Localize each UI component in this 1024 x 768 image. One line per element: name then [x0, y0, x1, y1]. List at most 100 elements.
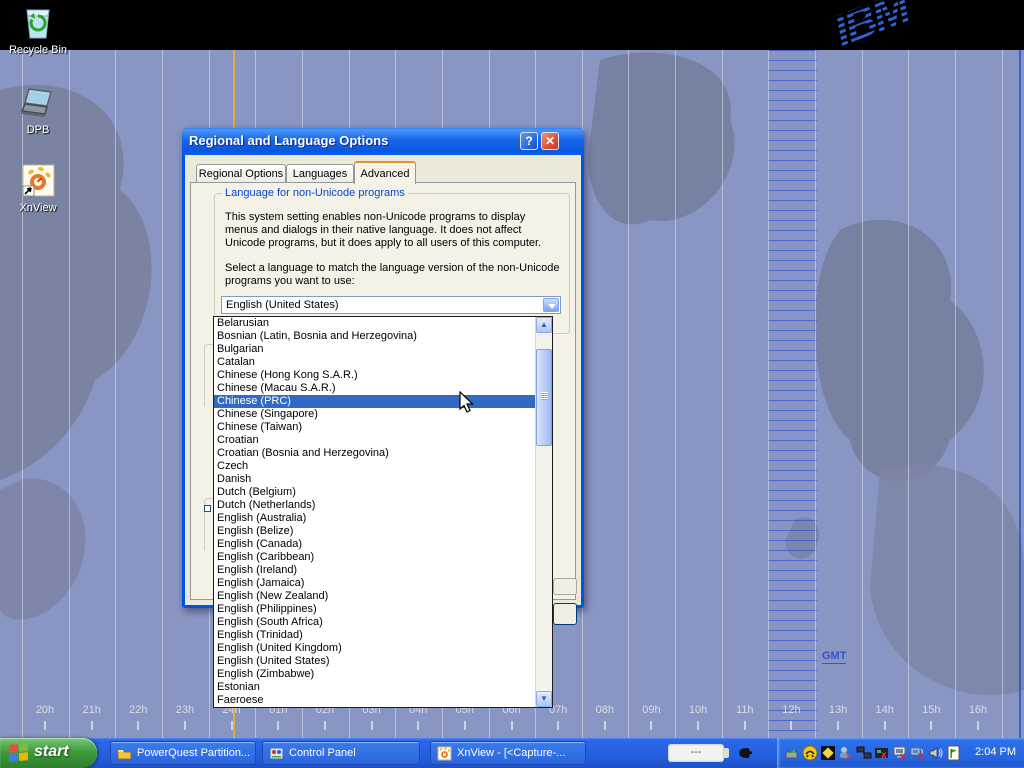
- hour-tick: [930, 721, 932, 730]
- taskbar: start PowerQuest Partition...Control Pan…: [0, 738, 1024, 768]
- timezone-line: [955, 50, 956, 738]
- hour-label: 15h: [911, 704, 951, 716]
- hour-tick: [511, 721, 513, 730]
- hour-label: 20h: [25, 704, 65, 716]
- taskbar-button-label: XnView - [<Capture-...: [457, 747, 565, 759]
- hour-tick: [884, 721, 886, 730]
- timezone-line: [862, 50, 863, 738]
- xnview-icon: [437, 746, 452, 761]
- list-item[interactable]: Chinese (PRC): [214, 395, 552, 408]
- hour-tick: [790, 721, 792, 730]
- list-item[interactable]: Chinese (Hong Kong S.A.R.): [214, 369, 552, 382]
- language-dropdown-list[interactable]: BelarusianBosnian (Latin, Bosnia and Her…: [213, 316, 553, 708]
- mouse-cursor: [458, 391, 478, 420]
- timezone-line: [815, 50, 816, 738]
- list-item[interactable]: Bosnian (Latin, Bosnia and Herzegovina): [214, 330, 552, 343]
- list-item[interactable]: Croatian: [214, 434, 552, 447]
- hour-tick: [91, 721, 93, 730]
- combobox-dropdown-button[interactable]: [543, 298, 559, 312]
- tab-regional-options[interactable]: Regional Options: [196, 164, 286, 183]
- desktop-icon-dpb[interactable]: DPB: [0, 84, 76, 136]
- eject-hardware-icon[interactable]: [784, 745, 800, 761]
- list-item[interactable]: English (New Zealand): [214, 590, 552, 603]
- taskbar-button-3[interactable]: XnView - [<Capture-...: [430, 741, 586, 765]
- offline-users-icon[interactable]: x: [838, 745, 854, 761]
- list-item[interactable]: Catalan: [214, 356, 552, 369]
- dialog-titlebar[interactable]: Regional and Language Options ? ✕: [182, 128, 584, 155]
- list-item[interactable]: English (Ireland): [214, 564, 552, 577]
- dialog-title: Regional and Language Options: [189, 133, 388, 148]
- list-item[interactable]: English (Australia): [214, 512, 552, 525]
- hour-tick: [44, 721, 46, 730]
- xnview-icon: [19, 162, 57, 200]
- list-item[interactable]: Chinese (Singapore): [214, 408, 552, 421]
- list-item[interactable]: Bulgarian: [214, 343, 552, 356]
- list-item[interactable]: English (Jamaica): [214, 577, 552, 590]
- list-item[interactable]: Estonian: [214, 681, 552, 694]
- computer-error-icon[interactable]: x: [892, 745, 908, 761]
- language-combobox[interactable]: English (United States): [221, 296, 561, 314]
- list-item[interactable]: Dutch (Netherlands): [214, 499, 552, 512]
- hour-label: 12h: [771, 704, 811, 716]
- svg-text:x: x: [918, 751, 924, 761]
- list-item[interactable]: English (Trinidad): [214, 629, 552, 642]
- taskbar-button-1[interactable]: PowerQuest Partition...: [110, 741, 256, 765]
- list-items: BelarusianBosnian (Latin, Bosnia and Her…: [214, 317, 552, 707]
- list-item[interactable]: Croatian (Bosnia and Herzegovina): [214, 447, 552, 460]
- timezone-line: [768, 50, 769, 738]
- help-button[interactable]: ?: [520, 132, 538, 150]
- close-button[interactable]: ✕: [541, 132, 559, 150]
- list-item[interactable]: Czech: [214, 460, 552, 473]
- list-item[interactable]: Chinese (Taiwan): [214, 421, 552, 434]
- taskbar-clock[interactable]: 2:04 PM: [975, 746, 1016, 758]
- scroll-down-button[interactable]: ▼: [536, 691, 552, 707]
- desktop-icon-xnview[interactable]: XnView: [0, 162, 76, 214]
- list-item[interactable]: English (Canada): [214, 538, 552, 551]
- top-band: IBM: [0, 0, 1024, 50]
- list-item[interactable]: English (United States): [214, 655, 552, 668]
- list-item[interactable]: Dutch (Belgium): [214, 486, 552, 499]
- volume-icon[interactable]: [928, 745, 944, 761]
- list-item[interactable]: Belarusian: [214, 317, 552, 330]
- list-item[interactable]: English (Belize): [214, 525, 552, 538]
- hour-label: 10h: [678, 704, 718, 716]
- hour-label: 09h: [631, 704, 671, 716]
- apply-button-fragment[interactable]: [553, 603, 577, 625]
- modem-icon[interactable]: [802, 745, 818, 761]
- hour-label: 22h: [118, 704, 158, 716]
- list-scrollbar[interactable]: ▲ ▼: [535, 317, 552, 707]
- system-tray: xxxx 2:04 PM: [777, 738, 1024, 768]
- hour-tick: [417, 721, 419, 730]
- network-icon[interactable]: [856, 745, 872, 761]
- hour-tick: [371, 721, 373, 730]
- list-item[interactable]: English (South Africa): [214, 616, 552, 629]
- tab-languages[interactable]: Languages: [286, 164, 354, 183]
- boot-manager-icon[interactable]: [946, 745, 962, 761]
- list-item[interactable]: Danish: [214, 473, 552, 486]
- hour-label: 08h: [585, 704, 625, 716]
- link-error-icon[interactable]: x: [874, 745, 890, 761]
- hour-tick: [977, 721, 979, 730]
- battery-meter[interactable]: ---: [668, 744, 724, 762]
- scrollbar-thumb[interactable]: [536, 349, 552, 446]
- svg-text:x: x: [846, 751, 851, 761]
- folder-icon: [117, 746, 132, 761]
- list-item[interactable]: Faeroese: [214, 694, 552, 707]
- list-item[interactable]: Chinese (Macau S.A.R.): [214, 382, 552, 395]
- taskbar-button-2[interactable]: Control Panel: [262, 741, 420, 765]
- list-item[interactable]: English (United Kingdom): [214, 642, 552, 655]
- desktop-icon-recycle-bin[interactable]: Recycle Bin: [0, 4, 76, 56]
- timeline-marker-top: [233, 50, 235, 128]
- list-item[interactable]: English (Caribbean): [214, 551, 552, 564]
- network-error-icon[interactable]: x: [910, 745, 926, 761]
- tray-icons: xxxx: [784, 745, 962, 761]
- hour-tick: [324, 721, 326, 730]
- tab-advanced[interactable]: Advanced: [354, 161, 416, 184]
- start-button[interactable]: start: [0, 738, 97, 768]
- scroll-up-button[interactable]: ▲: [536, 317, 552, 333]
- laptop-icon: [19, 84, 57, 122]
- svg-text:x: x: [881, 750, 887, 761]
- list-item[interactable]: English (Zimbabwe): [214, 668, 552, 681]
- list-item[interactable]: English (Philippines): [214, 603, 552, 616]
- antivirus-icon[interactable]: [820, 745, 836, 761]
